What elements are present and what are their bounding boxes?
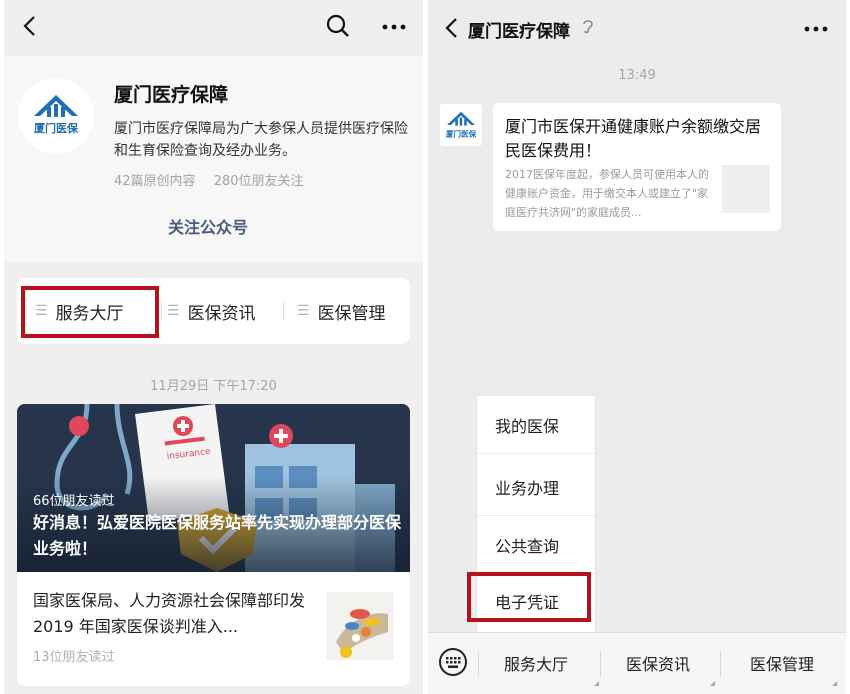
menu-item-label: 医保资讯 (187, 303, 256, 324)
menu-divider (283, 302, 284, 320)
more-icon[interactable] (376, 10, 412, 42)
chat-timestamp: 13:49 (618, 68, 656, 83)
highlight-box-service-hall (21, 286, 159, 338)
sub-article-thumbnail[interactable] (326, 592, 394, 660)
account-description: 厦门市医疗保障局为广大参保人员提供医疗保险和生育保险查询及经办业务。 (114, 121, 408, 159)
top-nav (4, 0, 423, 56)
article-read-count: 66位朋友读过 (33, 494, 115, 509)
menu-divider (161, 302, 162, 320)
back-icon[interactable] (14, 10, 46, 42)
menu-divider (478, 651, 479, 677)
article-title[interactable]: 好消息！弘爱医院医保服务站率先实现办理部分医保业务啦！ (33, 510, 401, 562)
sub-article-read-count: 13位朋友读过 (33, 650, 115, 665)
follow-button[interactable]: 关注公众号 (168, 214, 248, 238)
submenu-indicator-icon (710, 681, 715, 686)
highlight-box-e-certificate (467, 572, 591, 622)
logo-mark-icon: 厦门医保 (34, 95, 79, 135)
news-card-title[interactable]: 厦门市医保开通健康账户余额缴交居民医保费用！ (505, 115, 769, 163)
popup-item-business[interactable]: 业务办理 (477, 458, 595, 516)
profile-card: 厦门医保 厦门医疗保障 厦门市医疗保障局为广大参保人员提供医疗保险和生育保险查询… (4, 56, 423, 262)
account-profile-panel: 厦门医保 厦门医疗保障 厦门市医疗保障局为广大参保人员提供医疗保险和生育保险查询… (4, 0, 423, 694)
menu-lines-icon: ☰ (167, 303, 180, 319)
sub-article-title[interactable]: 国家医保局、人力资源社会保障部印发 2019 年国家医保谈判准入... (33, 588, 313, 640)
chat-panel: 厦门医疗保障 13:49 厦门医保 厦门市医保开通健康账户余额缴交居民医保费用！… (428, 0, 846, 694)
account-avatar[interactable]: 厦门医保 (440, 104, 482, 146)
submenu-indicator-icon (832, 681, 837, 686)
menu-lines-icon: ☰ (297, 303, 310, 319)
logo-mark-icon: 厦门医保 (446, 111, 477, 138)
more-icon[interactable] (798, 14, 834, 42)
pills-image (326, 592, 394, 660)
back-icon[interactable] (436, 12, 466, 44)
bottom-menu-bar: 服务大厅 医保资讯 医保管理 (428, 632, 846, 694)
search-icon[interactable] (322, 10, 354, 42)
menu-item-management[interactable]: ☰ 医保管理 (297, 278, 386, 344)
friends-following: 280位朋友关注 (213, 174, 304, 189)
popup-item-my-insurance[interactable]: 我的医保 (477, 396, 595, 454)
submenu-indicator-icon (594, 681, 599, 686)
message-timestamp: 11月29日 下午17:20 (150, 379, 277, 394)
news-card-thumbnail[interactable] (722, 165, 770, 213)
news-message-card[interactable]: 厦门市医保开通健康账户余额缴交居民医保费用！ 2017医保年度起，参保人员可使用… (493, 103, 781, 231)
bottom-menu-service-hall[interactable]: 服务大厅 (504, 633, 568, 693)
popup-item-public-query[interactable]: 公共查询 (477, 516, 595, 574)
svg-text:厦门医保: 厦门医保 (34, 121, 79, 135)
menu-item-news[interactable]: ☰ 医保资讯 (167, 278, 256, 344)
menu-item-label: 医保管理 (317, 303, 386, 324)
account-logo: 厦门医保 (18, 78, 94, 154)
article-cover-image[interactable]: insurance 66位朋友读过 好消息！弘爱医院医保服务站率先实现办理部分医… (17, 404, 410, 572)
svg-text:厦门医保: 厦门医保 (446, 128, 477, 138)
bottom-menu-news[interactable]: 医保资讯 (626, 633, 690, 693)
original-count: 42篇原创内容 (114, 174, 196, 189)
news-card-description: 2017医保年度起，参保人员可使用本人的健康账户资金，用于缴交本人或建立了"家庭… (505, 168, 709, 219)
account-menu-bar: ☰ 服务大厅 ☰ 医保资讯 ☰ 医保管理 (17, 278, 410, 344)
ear-icon (580, 17, 596, 35)
account-stats: 42篇原创内容 280位朋友关注 (114, 170, 304, 189)
menu-divider (600, 651, 601, 677)
chat-title: 厦门医疗保障 (468, 22, 570, 42)
account-name: 厦门医疗保障 (114, 84, 229, 106)
keyboard-icon[interactable] (438, 647, 468, 677)
bottom-menu-management[interactable]: 医保管理 (750, 633, 814, 693)
article-card[interactable]: insurance 66位朋友读过 好消息！弘爱医院医保服务站率先实现办理部分医… (17, 404, 410, 686)
menu-divider (720, 651, 721, 677)
